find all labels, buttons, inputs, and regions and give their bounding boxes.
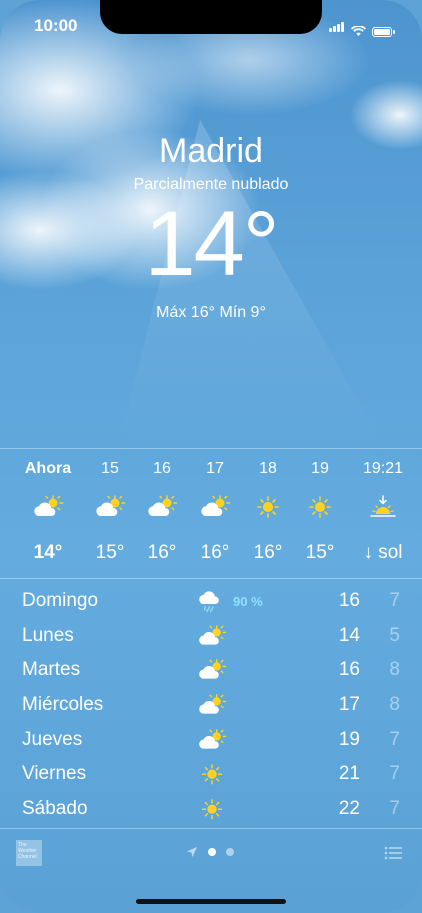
hour-temperature: 16° xyxy=(147,542,177,563)
hour-label: 17 xyxy=(206,460,224,477)
day-name: Sábado xyxy=(22,798,88,820)
rain-cloud-icon xyxy=(197,589,227,615)
day-high: 19 xyxy=(338,728,360,750)
precipitation-chance: 90 % xyxy=(233,594,263,609)
page-indicator[interactable] xyxy=(186,846,234,858)
device-notch xyxy=(100,0,322,34)
day-low: 8 xyxy=(389,659,400,681)
day-name: Miércoles xyxy=(22,694,104,716)
hour-label: 15 xyxy=(101,460,119,477)
current-temperature: 14° xyxy=(144,193,279,295)
page-dot[interactable] xyxy=(226,848,234,856)
day-low: 5 xyxy=(389,624,400,646)
partly-cloudy-icon xyxy=(199,494,231,520)
weather-app-screen: 10:00 Madrid Parcialmente nublado 14° Má… xyxy=(0,0,422,913)
status-icons xyxy=(329,19,395,37)
hour-label: 16 xyxy=(153,460,171,477)
partly-cloudy-icon xyxy=(146,494,178,520)
day-name: Martes xyxy=(22,659,81,681)
day-name: Jueves xyxy=(22,728,83,750)
hourly-item: 16 16° xyxy=(136,450,188,578)
hourly-item: 19:21 ↓ sol xyxy=(356,450,410,578)
day-high: 22 xyxy=(338,798,360,820)
status-time: 10:00 xyxy=(34,16,78,35)
daily-row: Lunes 14 5 xyxy=(0,621,422,656)
hour-temperature: 16° xyxy=(253,542,283,563)
hour-label: 19 xyxy=(311,460,329,477)
sunset-icon xyxy=(367,494,399,520)
day-low: 8 xyxy=(389,694,400,716)
battery-icon xyxy=(372,27,395,37)
hourly-item: 18 16° xyxy=(242,450,294,578)
partly-cloudy-icon xyxy=(94,494,126,520)
day-name: Viernes xyxy=(22,763,87,785)
hour-temperature: 15° xyxy=(305,542,335,563)
day-high: 16 xyxy=(338,659,360,681)
page-dot[interactable] xyxy=(208,848,216,856)
day-low: 7 xyxy=(389,728,400,750)
hour-temperature: 15° xyxy=(95,542,125,563)
daily-row: Sábado 22 7 xyxy=(0,794,422,829)
city-name: Madrid xyxy=(159,132,263,170)
daily-forecast[interactable]: Domingo 90 % 16 7 Lunes 14 5 Martes 16 8 Miércoles… xyxy=(0,586,422,829)
high-low-temperature: Máx 16° Mín 9° xyxy=(156,304,266,321)
list-icon[interactable] xyxy=(384,846,402,860)
hourly-item: 17 16° xyxy=(189,450,241,578)
daily-row: Martes 16 8 xyxy=(0,655,422,690)
hour-temperature: ↓ sol xyxy=(363,542,403,563)
day-low: 7 xyxy=(389,798,400,820)
day-high: 16 xyxy=(338,590,360,611)
divider-top xyxy=(0,448,422,449)
daily-row: Domingo 90 % 16 7 xyxy=(0,586,422,621)
partly-cloudy-icon xyxy=(197,728,227,754)
day-name: Domingo xyxy=(22,590,99,611)
day-name: Lunes xyxy=(22,624,74,646)
weather-channel-logo[interactable]: The Weather Channel xyxy=(16,840,42,866)
partly-cloudy-icon xyxy=(32,494,64,520)
day-high: 21 xyxy=(338,763,360,785)
day-low: 7 xyxy=(389,763,400,785)
daily-row: Miércoles 17 8 xyxy=(0,690,422,725)
home-indicator[interactable] xyxy=(136,899,286,904)
hour-label: 18 xyxy=(259,460,277,477)
wifi-icon xyxy=(351,26,366,36)
hourly-forecast[interactable]: Ahora 14° 15 15° 16 16° 17 16° 18 16° 19 15° 19:21 ↓ … xyxy=(0,450,422,578)
hour-label: Ahora xyxy=(24,460,72,477)
sun-icon xyxy=(252,494,284,520)
partly-cloudy-icon xyxy=(197,624,227,650)
hourly-item: 15 15° xyxy=(84,450,136,578)
daily-row: Viernes 21 7 xyxy=(0,759,422,794)
daily-row: Jueves 19 7 xyxy=(0,725,422,760)
footer-toolbar: The Weather Channel xyxy=(0,828,422,880)
current-condition: Parcialmente nublado xyxy=(133,176,289,193)
sun-icon xyxy=(197,797,227,823)
hourly-item: 19 15° xyxy=(294,450,346,578)
partly-cloudy-icon xyxy=(197,693,227,719)
day-low: 7 xyxy=(389,590,400,611)
hour-label: 19:21 xyxy=(362,460,404,477)
location-arrow-icon xyxy=(187,847,197,857)
sun-icon xyxy=(197,762,227,788)
day-high: 17 xyxy=(338,694,360,716)
hourly-item: Ahora 14° xyxy=(22,450,74,578)
divider-middle xyxy=(0,578,422,579)
hour-temperature: 16° xyxy=(200,542,230,563)
day-high: 14 xyxy=(338,624,360,646)
partly-cloudy-icon xyxy=(197,658,227,684)
signal-icon xyxy=(329,19,345,37)
hour-temperature: 14° xyxy=(33,542,63,563)
sun-icon xyxy=(304,494,336,520)
